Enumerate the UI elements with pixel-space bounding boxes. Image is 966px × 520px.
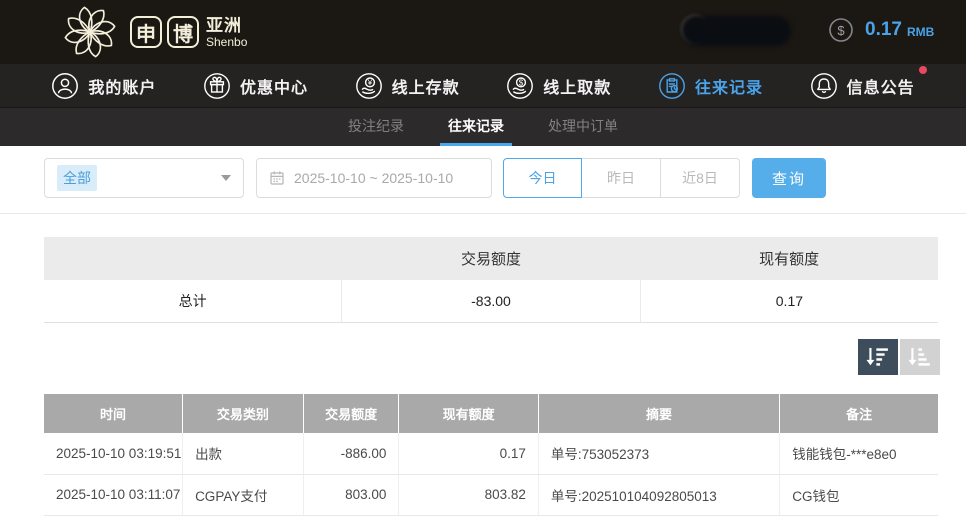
sort-ascending-button[interactable] (900, 339, 940, 375)
cell-amount: -886.00 (303, 433, 400, 475)
deposit-hand-coin-icon: ¥ (355, 72, 382, 99)
type-select-value: 全部 (57, 165, 97, 191)
col-header-time: 时间 (44, 394, 184, 433)
nav-item-records[interactable]: 往来记录 (658, 72, 763, 100)
summary-total-label: 总计 (44, 280, 342, 323)
nav-label: 优惠中心 (239, 79, 308, 97)
quick-date-group: 今日 昨日 近8日 (503, 158, 740, 198)
summary-header-row: 交易额度 现有额度 (44, 237, 938, 280)
summary-total-amount: -83.00 (341, 280, 641, 323)
col-header-balance: 现有额度 (398, 394, 539, 433)
tab-processing-orders[interactable]: 处理中订单 (540, 108, 626, 146)
svg-text:$: $ (519, 78, 524, 87)
table-row: 2025-10-10 03:19:51 出款 -886.00 0.17 单号:7… (44, 433, 938, 475)
calendar-icon (270, 171, 284, 185)
cell-time: 2025-10-10 03:11:07 (44, 474, 184, 516)
col-header-summary: 摘要 (538, 394, 781, 433)
col-header-amount: 交易额度 (303, 394, 400, 433)
cell-summary: 单号:753052373 (538, 433, 781, 475)
nav-item-my-account[interactable]: 我的账户 (51, 72, 156, 100)
yesterday-button[interactable]: 昨日 (582, 158, 661, 198)
dollar-coin-icon: $ (829, 18, 853, 42)
sub-nav: 投注纪录 往来记录 处理中订单 (0, 107, 966, 146)
nav-label: 线上取款 (543, 79, 612, 97)
sort-asc-icon (908, 347, 930, 366)
summary-total-row: 总计 -83.00 0.17 (44, 280, 938, 323)
nav-label: 信息公告 (846, 79, 915, 97)
cell-balance: 803.82 (398, 474, 539, 516)
table-row: 2025-10-10 03:11:07 CGPAY支付 803.00 803.8… (44, 474, 938, 516)
logo-subtitle: Shenbo (206, 34, 248, 49)
cell-summary: 单号:202510104092805013 (538, 474, 781, 516)
summary-table: 交易额度 现有额度 总计 -83.00 0.17 (44, 237, 938, 323)
sort-descending-button[interactable] (858, 339, 898, 375)
tab-transaction-records[interactable]: 往来记录 (440, 108, 512, 146)
date-range-value: 2025-10-10 ~ 2025-10-10 (294, 170, 454, 186)
col-header-remark: 备注 (779, 394, 938, 433)
nav-item-announcements[interactable]: 信息公告 (810, 65, 927, 100)
flower-logo-icon (64, 6, 116, 58)
summary-header-balance: 现有额度 (640, 237, 938, 280)
today-button[interactable]: 今日 (503, 158, 582, 198)
summary-header-amount: 交易额度 (341, 237, 641, 280)
redacted-username (683, 16, 791, 46)
records-clipboard-icon (659, 72, 685, 99)
cell-type: CGPAY支付 (182, 474, 304, 516)
notification-badge (918, 65, 927, 74)
nav-label: 我的账户 (88, 79, 157, 97)
balance-display[interactable]: $ 0.17 RMB (828, 17, 934, 43)
brand-logo[interactable]: 申 博 亚洲 Shenbo (62, 4, 247, 60)
summary-header-empty (44, 237, 342, 280)
cell-time: 2025-10-10 03:19:51 (44, 433, 184, 475)
nav-item-deposit[interactable]: ¥ 线上存款 (355, 72, 460, 100)
nav-item-withdraw[interactable]: $ 线上取款 (506, 72, 611, 100)
logo-char-shen: 申 (130, 16, 162, 48)
section-divider (0, 213, 966, 214)
user-icon (52, 72, 79, 99)
records-header-row: 时间 交易类别 交易额度 现有额度 摘要 备注 (44, 394, 938, 433)
summary-total-balance: 0.17 (639, 280, 938, 323)
gift-icon (204, 72, 230, 99)
logo-char-bo: 博 (167, 16, 199, 48)
nav-label: 线上存款 (391, 79, 460, 97)
sort-desc-icon (866, 347, 888, 366)
svg-text:¥: ¥ (366, 78, 372, 87)
cell-amount: 803.00 (303, 474, 400, 516)
tab-betting-records[interactable]: 投注纪录 (340, 108, 412, 146)
date-range-input[interactable]: 2025-10-10 ~ 2025-10-10 (256, 158, 492, 198)
cell-remark: CG钱包 (779, 474, 938, 516)
balance-currency: RMB (906, 25, 935, 39)
logo-region: 亚洲 (206, 15, 242, 35)
nav-item-promotions[interactable]: 优惠中心 (203, 72, 308, 100)
cell-remark: 钱能钱包-***e8e0 (779, 433, 938, 475)
type-select[interactable]: 全部 (44, 158, 244, 198)
caret-down-icon (221, 175, 231, 181)
main-nav: 我的账户 优惠中心 ¥ 线上存款 $ 线上取款 往来记录 信息公告 (0, 64, 966, 107)
balance-amount: 0.17 (865, 19, 902, 40)
sort-controls (858, 339, 940, 375)
svg-text:$: $ (837, 23, 845, 38)
nav-label: 往来记录 (694, 79, 763, 97)
transaction-records-page: 申 博 亚洲 Shenbo $ 0.17 RMB 我的账户 优惠中心 ¥ 线上存… (0, 0, 966, 520)
col-header-type: 交易类别 (182, 394, 304, 433)
search-button[interactable]: 查询 (752, 158, 826, 198)
last-8-days-button[interactable]: 近8日 (661, 158, 740, 198)
withdraw-hand-coin-icon: $ (507, 72, 534, 99)
cell-balance: 0.17 (398, 433, 539, 475)
bell-icon (810, 72, 837, 99)
cell-type: 出款 (182, 433, 304, 475)
top-header: 申 博 亚洲 Shenbo $ 0.17 RMB (0, 0, 966, 64)
records-table: 时间 交易类别 交易额度 现有额度 摘要 备注 2025-10-10 03:19… (44, 394, 938, 516)
